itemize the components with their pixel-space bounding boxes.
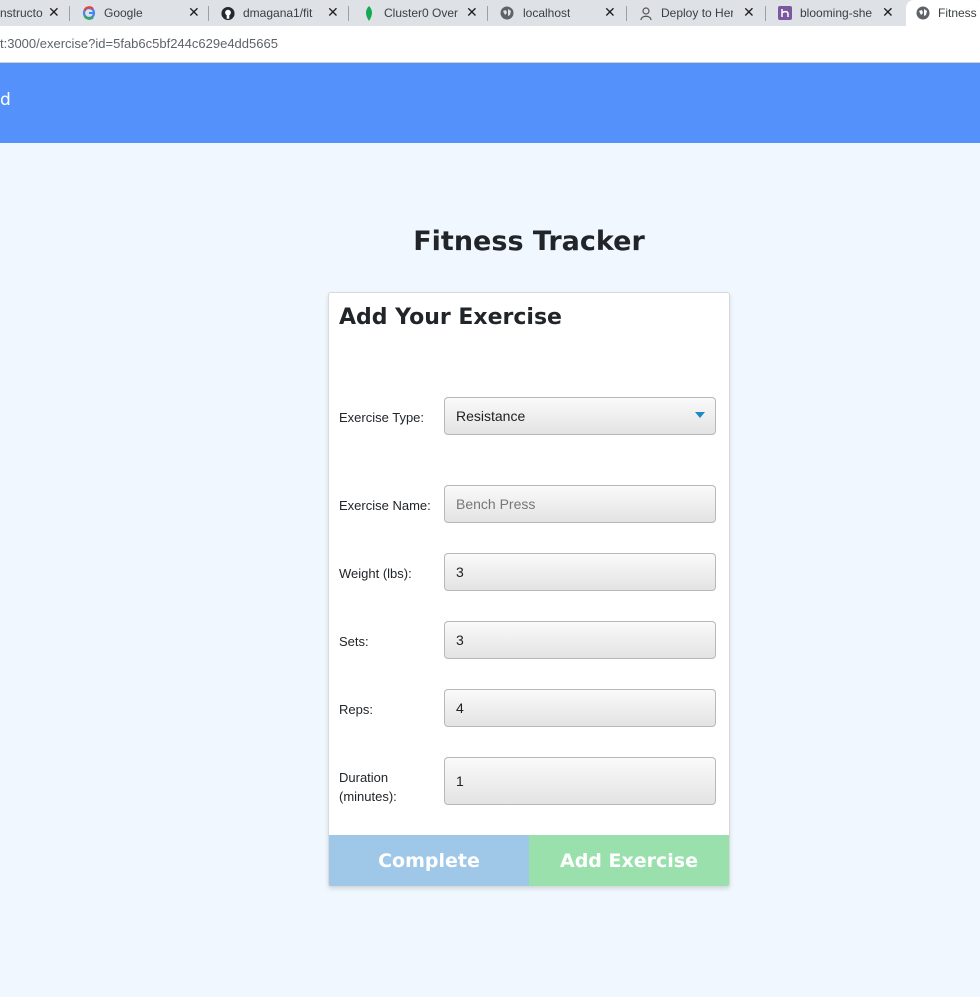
reps-label: Reps: (339, 702, 373, 717)
reps-value: 4 (456, 700, 464, 716)
tab-title: Cluster0 Over (384, 6, 459, 20)
tab-title: Google (104, 6, 143, 20)
tab-title: localhost (523, 6, 571, 20)
tab-fitness[interactable]: Fitness (906, 0, 980, 26)
tab-blooming[interactable]: blooming-she ✕ (778, 0, 898, 26)
google-icon (82, 6, 96, 20)
close-icon[interactable]: ✕ (604, 4, 616, 21)
tab-title: dmagana1/fit (243, 6, 313, 20)
duration-value: 1 (456, 773, 464, 789)
browser-tab-strip: nstructo ✕ Google ✕ dmagana1/fit ✕ Clust… (0, 0, 980, 26)
reps-input[interactable]: 4 (444, 689, 716, 727)
tab-deploy-heroku[interactable]: Deploy to Her ✕ (639, 0, 759, 26)
close-icon[interactable]: ✕ (188, 4, 200, 21)
heroku-icon (778, 6, 792, 20)
complete-button[interactable]: Complete (329, 835, 529, 886)
tab-title: Deploy to Her (661, 6, 733, 20)
globe-icon (916, 6, 930, 20)
duration-label: Duration (minutes): (339, 770, 397, 804)
globe-icon (500, 6, 514, 20)
navbar: d (0, 63, 980, 143)
address-bar[interactable]: t:3000/exercise?id=5fab6c5bf244c629e4dd5… (0, 26, 980, 63)
chevron-down-icon (695, 412, 705, 418)
tab-google[interactable]: Google ✕ (82, 0, 202, 26)
github-icon (221, 6, 235, 20)
tab-mongodb[interactable]: Cluster0 Over ✕ (362, 0, 482, 26)
navbar-brand[interactable]: d (0, 90, 11, 110)
tab-title: nstructo (0, 6, 43, 20)
form-heading: Add Your Exercise (339, 305, 562, 330)
exercise-name-placeholder: Bench Press (456, 496, 536, 512)
exercise-form-card: Add Your Exercise Exercise Type: Resista… (328, 292, 730, 887)
exercise-type-select[interactable]: Resistance (444, 397, 716, 435)
weight-label: Weight (lbs): (339, 566, 412, 581)
tab-instructor[interactable]: nstructo ✕ (0, 0, 62, 26)
sets-label: Sets: (339, 634, 369, 649)
weight-value: 3 (456, 564, 464, 580)
close-icon[interactable]: ✕ (466, 4, 478, 21)
sets-value: 3 (456, 632, 464, 648)
tab-title: Fitness (938, 6, 977, 20)
page-title: Fitness Tracker (413, 226, 645, 257)
heroku-doc-icon (639, 6, 653, 20)
close-icon[interactable]: ✕ (48, 4, 60, 21)
url-text[interactable]: t:3000/exercise?id=5fab6c5bf244c629e4dd5… (0, 36, 278, 51)
sets-input[interactable]: 3 (444, 621, 716, 659)
close-icon[interactable]: ✕ (882, 4, 894, 21)
exercise-name-label: Exercise Name: (339, 498, 431, 513)
duration-input[interactable]: 1 (444, 757, 716, 805)
tab-localhost[interactable]: localhost ✕ (500, 0, 620, 26)
add-exercise-button[interactable]: Add Exercise (529, 835, 729, 886)
exercise-type-label: Exercise Type: (339, 410, 425, 425)
tab-title: blooming-she (800, 6, 873, 20)
close-icon[interactable]: ✕ (327, 4, 339, 21)
mongodb-leaf-icon (362, 5, 376, 21)
weight-input[interactable]: 3 (444, 553, 716, 591)
exercise-name-input[interactable]: Bench Press (444, 485, 716, 523)
close-icon[interactable]: ✕ (743, 4, 755, 21)
tab-github[interactable]: dmagana1/fit ✕ (221, 0, 341, 26)
exercise-type-value: Resistance (456, 408, 526, 424)
